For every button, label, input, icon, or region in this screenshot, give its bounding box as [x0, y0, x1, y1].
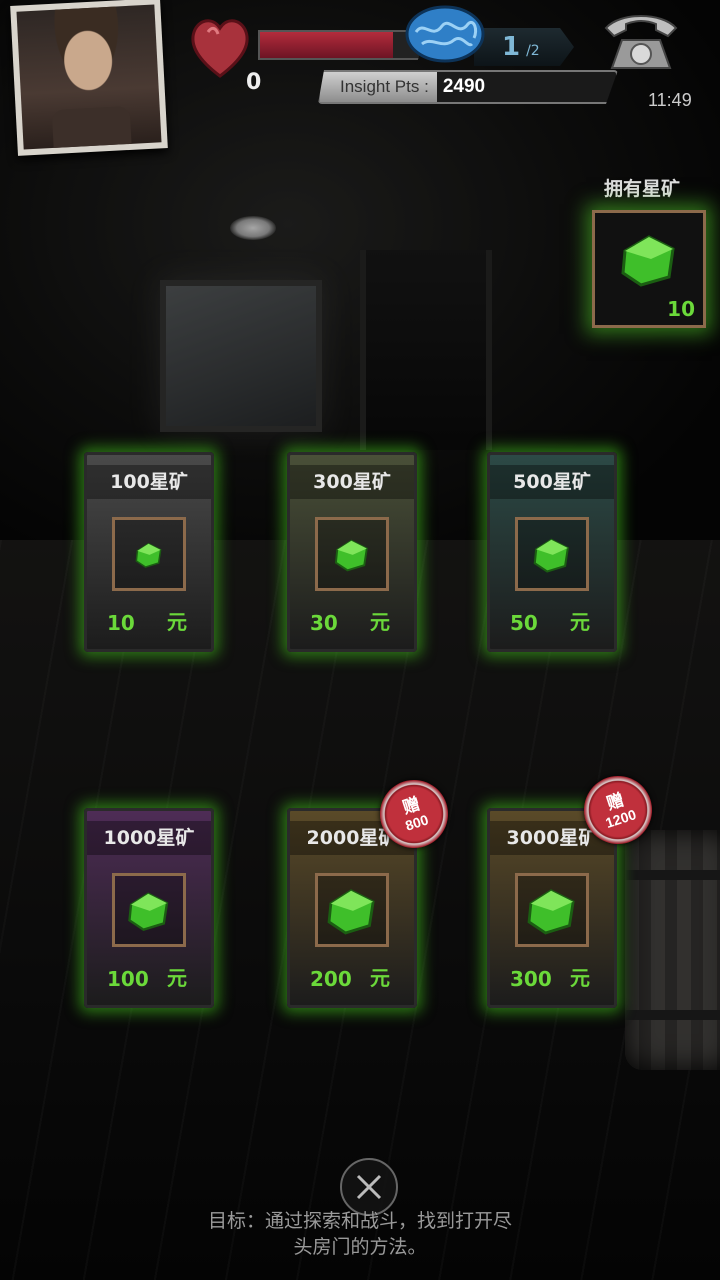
store-item-currency: 元 [167, 610, 187, 634]
store-item-title: 500星矿 [490, 465, 614, 499]
insight-value: 2490 [442, 76, 486, 97]
store-item-card[interactable]: 500星矿 50 元 [487, 452, 617, 652]
store-item-title: 300星矿 [290, 465, 414, 499]
clock: 11:49 [648, 90, 692, 110]
store-item-price: 30 [310, 611, 338, 635]
store-item-price: 50 [510, 611, 538, 635]
owned-ore-title: 拥有星矿 [604, 178, 681, 200]
store-item-price: 10 [107, 611, 135, 635]
character-portrait[interactable] [10, 0, 168, 156]
store-item-currency: 元 [570, 966, 590, 990]
green-crystal-icon [515, 873, 589, 947]
store-item-currency: 元 [370, 966, 390, 990]
heart-icon [186, 10, 254, 80]
green-crystal-icon [112, 517, 186, 591]
store-item-price: 100 [107, 967, 149, 991]
objective-text: 目标：通过探索和战斗，找到打开尽 头房门的方法。 [140, 1208, 580, 1260]
objective-line-2: 头房门的方法。 [293, 1236, 427, 1258]
sanity-current: 1 [502, 32, 521, 62]
brain-icon [402, 4, 488, 66]
close-icon [356, 1174, 382, 1200]
store-item-card[interactable]: 100星矿 10 元 [84, 452, 214, 652]
store-item-price: 300 [510, 967, 552, 991]
health-bar-fill [260, 32, 393, 58]
store-item-title: 100星矿 [87, 465, 211, 499]
sanity-max: /2 [526, 43, 540, 59]
objective-line-1: 目标：通过探索和战斗，找到打开尽 [207, 1210, 512, 1232]
store-item-card[interactable]: 1000星矿 100 元 [84, 808, 214, 1008]
green-crystal-icon [112, 873, 186, 947]
store-item-title: 1000星矿 [87, 821, 211, 855]
sanity-counter: 1 /2 [474, 28, 574, 66]
store-item-currency: 元 [570, 610, 590, 634]
health-count: 0 [246, 70, 262, 95]
owned-ore-box: 10 [592, 210, 706, 328]
portrait-face [16, 4, 162, 150]
store-item-price: 200 [310, 967, 352, 991]
store-item-currency: 元 [370, 610, 390, 634]
green-crystal-icon [315, 517, 389, 591]
store-item-currency: 元 [167, 966, 187, 990]
insight-label: Insight Pts : [320, 72, 437, 102]
telephone-icon[interactable] [600, 10, 682, 74]
green-crystal-icon [515, 517, 589, 591]
owned-ore-count: 10 [667, 297, 695, 321]
store-item-card[interactable]: 300星矿 30 元 [287, 452, 417, 652]
insight-points-panel: Insight Pts : 2490 [318, 70, 618, 104]
green-crystal-icon [611, 229, 687, 293]
green-crystal-icon [315, 873, 389, 947]
